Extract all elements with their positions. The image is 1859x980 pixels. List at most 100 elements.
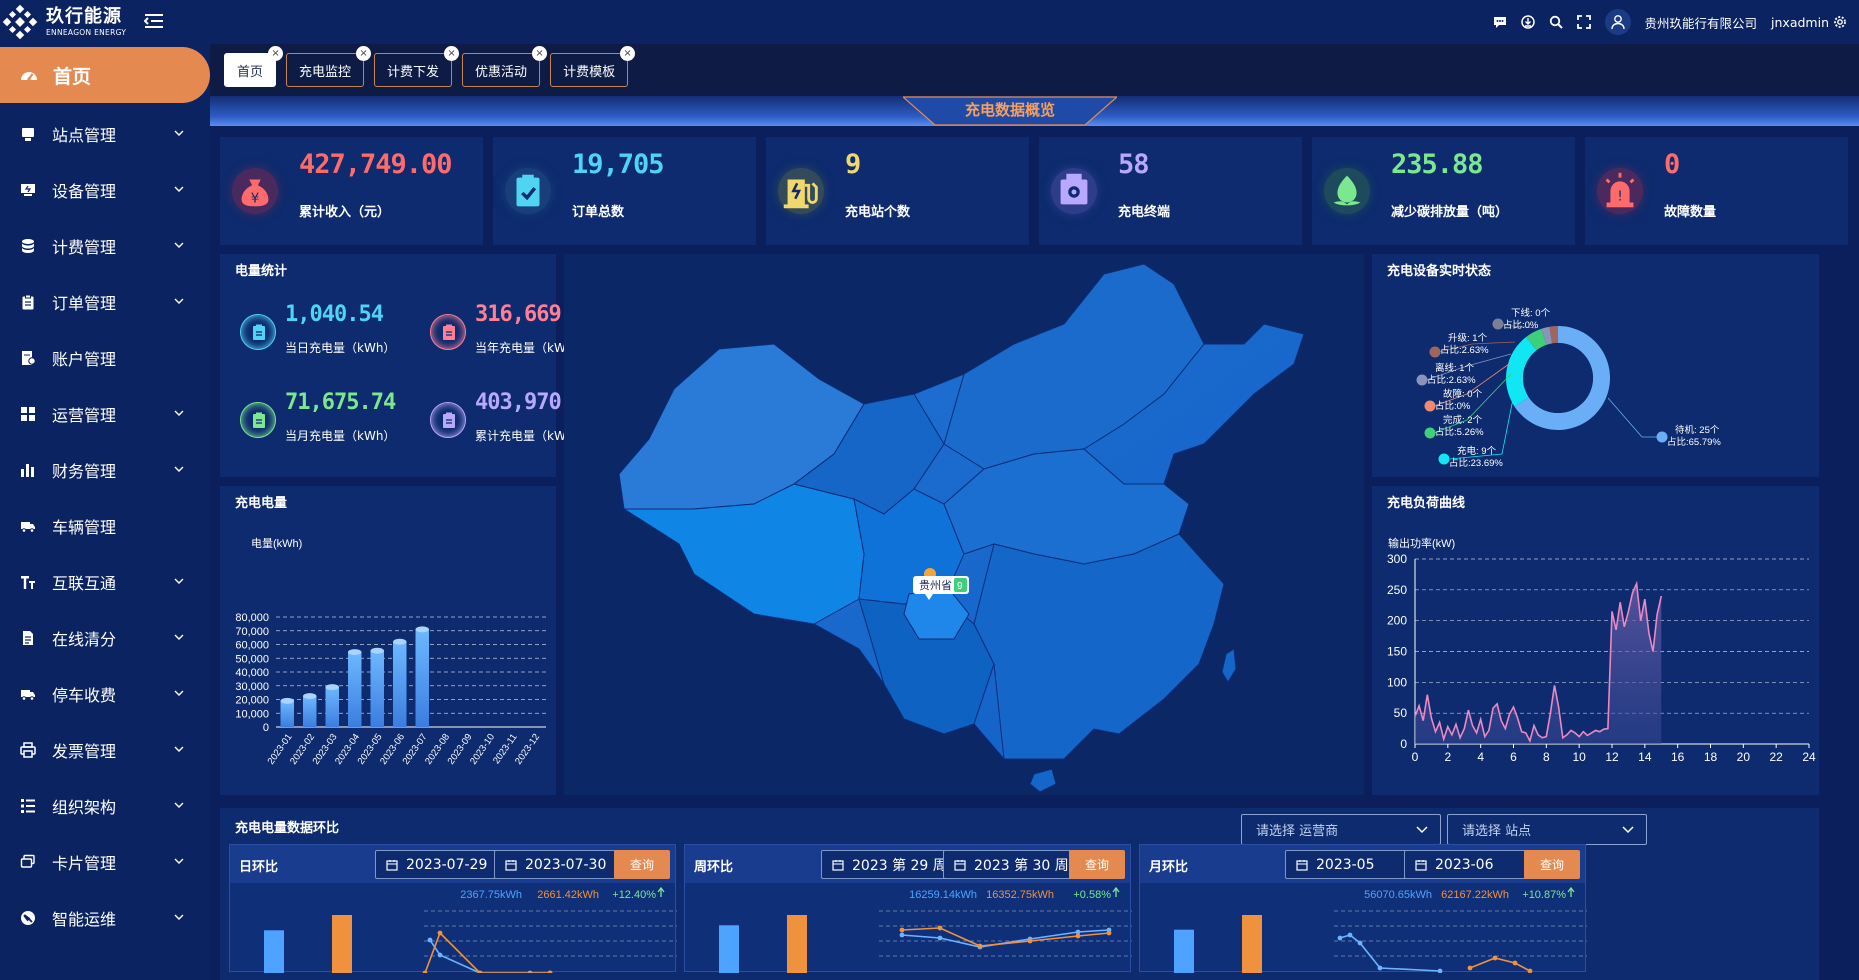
chevron-down-icon (174, 242, 184, 248)
date-picker-start[interactable]: 2023-07-29 (375, 850, 513, 879)
bar[interactable] (303, 696, 317, 727)
document-icon (23, 631, 33, 645)
sidebar-item-13[interactable]: 组织架构 (0, 778, 210, 834)
slice-pct: 占比:0% (1503, 319, 1539, 331)
tab-5[interactable]: 计费模板 × (550, 46, 636, 87)
date-picker-value: 2023-07-30 (525, 856, 607, 873)
tab-4[interactable]: 优惠活动 × (462, 46, 548, 87)
tab-close-icon[interactable]: × (356, 46, 372, 61)
sidebar-item-7[interactable]: 财务管理 (0, 442, 210, 498)
slice-name: 升级 (1448, 332, 1468, 344)
sidebar-item-1[interactable]: 站点管理 (0, 106, 210, 162)
tab-close-icon[interactable]: × (620, 46, 636, 61)
database-icon (22, 239, 34, 253)
load-curve-chart[interactable]: 输出功率(kW)0501001502002503000 2 4 6 8 10 12 14 16 1… (1372, 486, 1819, 795)
brand-logo[interactable]: 玖行能源 ENNEAGON ENERGY (0, 4, 200, 40)
slice-pct: 占比:65.79% (1667, 436, 1721, 448)
sidebar-item-14[interactable]: 卡片管理 (0, 834, 210, 890)
date-picker-start[interactable]: 2023 第 29 周 (821, 850, 959, 879)
bar[interactable] (325, 687, 340, 727)
compare-mini-chart[interactable]: 56070.65kWh 62167.22kWh +10.87% (1140, 883, 1587, 973)
compare-bar-curr[interactable] (1242, 915, 1262, 973)
date-picker-end[interactable]: 2023-06 (1404, 850, 1542, 879)
user-avatar[interactable] (1604, 9, 1631, 35)
dashboard-icon (21, 72, 37, 81)
sidebar-item-5[interactable]: 账户管理 (0, 330, 210, 386)
compare-bar-curr[interactable] (787, 915, 807, 973)
tab-close-icon[interactable]: × (532, 46, 548, 61)
donut-label: 离线: 1个 (1435, 362, 1475, 374)
charging-volume-panel: 充电电量 电量(kWh) 0 10,000 20,000 30,000 40,000 50,… (220, 486, 556, 795)
settings-gear-icon[interactable] (1833, 15, 1847, 29)
sidebar-item-10[interactable]: 在线清分 (0, 610, 210, 666)
sidebar-item-8[interactable]: 车辆管理 (0, 498, 210, 554)
line-ytick: 200 (1387, 614, 1407, 628)
sidebar-item-6[interactable]: 运营管理 (0, 386, 210, 442)
bar[interactable] (393, 641, 407, 727)
tab-close-icon[interactable]: × (268, 46, 284, 61)
china-map-panel[interactable]: 贵州省 9 (564, 254, 1364, 795)
compare-value-prev: 56070.65kWh (1364, 889, 1432, 901)
sidebar-item-15[interactable]: 智能运维 (0, 890, 210, 946)
donut-label: 下线: 0个 (1511, 307, 1551, 319)
date-picker-end[interactable]: 2023 第 30 周 (943, 850, 1081, 879)
query-button[interactable]: 查询 (614, 850, 670, 879)
stat-card-4: 58 充电终端 (1039, 137, 1302, 245)
device-status-donut[interactable]: 待机: 25个占比:65.79%充电: 9个占比:23.69%完成: 2个占比:… (1372, 254, 1819, 477)
tab-1[interactable]: 首页 × (224, 46, 284, 87)
bar-cap (325, 684, 339, 691)
query-button[interactable]: 查询 (1524, 850, 1580, 879)
bar-ytick: 60,000 (235, 640, 269, 652)
money-bag-icon: ¥ (241, 179, 269, 207)
menu-toggle-icon[interactable] (144, 11, 164, 31)
compare-bar-prev[interactable] (264, 930, 284, 973)
donut-legend-dot (1429, 346, 1441, 358)
date-picker-end[interactable]: 2023-07-30 (494, 850, 632, 879)
compare-bar-curr[interactable] (332, 915, 352, 973)
sidebar-item-2[interactable]: 设备管理 (0, 162, 210, 218)
fullscreen-icon[interactable] (1576, 15, 1591, 29)
sidebar-item-label: 组织架构 (52, 798, 117, 817)
bar[interactable] (280, 700, 295, 727)
line-xtick: 12 (1605, 750, 1619, 764)
calendar-icon (505, 860, 517, 871)
station-select[interactable]: 请选择 站点 (1447, 814, 1647, 845)
slice-name: 离线 (1435, 362, 1455, 374)
tab-close-icon[interactable]: × (444, 46, 460, 61)
bar[interactable] (370, 650, 385, 727)
compare-mini-chart[interactable]: 2367.75kWh 2661.42kWh +12.40% (230, 883, 677, 973)
download-icon[interactable] (1520, 15, 1535, 29)
operator-select[interactable]: 请选择 运营商 (1241, 814, 1441, 845)
clipboard-icon (22, 294, 34, 310)
map-tooltip-province: 贵州省 (919, 579, 952, 592)
mini-line-point (1027, 938, 1033, 944)
search-icon[interactable] (1549, 15, 1563, 29)
map-shape-hainan (1029, 768, 1057, 793)
username[interactable]: jnxadmin (1771, 15, 1829, 30)
date-picker-start[interactable]: 2023-05 (1285, 850, 1423, 879)
message-icon[interactable] (1493, 15, 1507, 29)
line-xtick: 10 (1572, 750, 1586, 764)
date-picker-value: 2023-05 (1316, 856, 1375, 873)
sidebar-item-label: 设备管理 (52, 182, 117, 201)
tab-2[interactable]: 充电监控 × (286, 46, 372, 87)
tab-3[interactable]: 计费下发 × (374, 46, 460, 87)
monthly-volume-chart[interactable]: 电量(kWh) 0 10,00020,000 30,000 40,000 50,00060… (220, 486, 556, 795)
bar[interactable] (415, 629, 430, 727)
sidebar-item-9[interactable]: 互联互通 (0, 554, 210, 610)
compare-bar-prev[interactable] (719, 925, 739, 973)
sidebar-item-11[interactable]: 停车收费 (0, 666, 210, 722)
company-name: 贵州玖能行有限公司 (1644, 15, 1758, 31)
compare-bar-prev[interactable] (1174, 929, 1194, 973)
banner-title-text: 充电数据概览 (964, 101, 1055, 119)
sidebar-item-12[interactable]: 发票管理 (0, 722, 210, 778)
donut-label: 故障: 0个 (1443, 388, 1483, 400)
compare-mini-chart[interactable]: 16259.14kWh 16352.75kWh +0.58% (685, 883, 1132, 973)
bar[interactable] (348, 652, 362, 727)
sidebar-item-4[interactable]: 订单管理 (0, 274, 210, 330)
china-map[interactable]: 贵州省 9 (564, 254, 1364, 795)
sidebar-item-3[interactable]: 计费管理 (0, 218, 210, 274)
query-button[interactable]: 查询 (1069, 850, 1125, 879)
sidebar-item-home[interactable]: 首页 (0, 47, 210, 103)
comparison-panel: 充电电量数据环比 请选择 运营商 请选择 站点 日环比 2023-07-29 202… (220, 808, 1819, 980)
